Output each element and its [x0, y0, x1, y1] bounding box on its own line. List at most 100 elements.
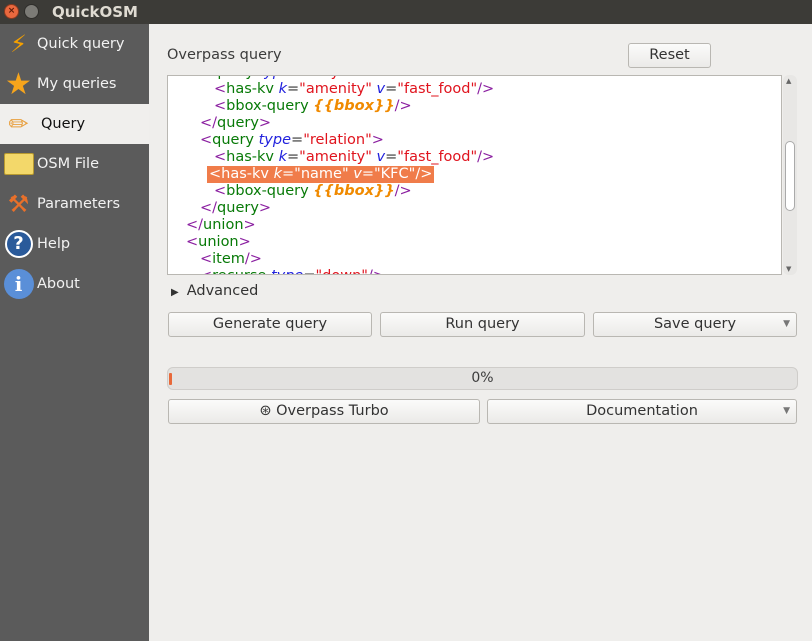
sidebar: ⚡ Quick query ★ My queries ✏ Query OSM File… [0, 24, 149, 641]
star-icon: ★ [5, 66, 32, 102]
code-token: "down" [316, 268, 368, 274]
code-token: </ [200, 200, 218, 216]
documentation-button[interactable]: Documentation ▼ [487, 399, 797, 424]
help-icon: ? [0, 224, 37, 264]
pencil-icon: ✏ [8, 110, 29, 138]
reset-button[interactable]: Reset [628, 43, 711, 68]
code-line: <item/> [200, 251, 262, 268]
editor-scrollbar[interactable]: ▲ ▼ [783, 75, 797, 275]
advanced-toggle[interactable]: ▶ Advanced [171, 283, 258, 299]
code-token: recurse [212, 268, 271, 274]
dropdown-arrow-icon: ▼ [783, 319, 790, 329]
save-query-button[interactable]: Save query ▼ [593, 312, 797, 337]
code-line: <union> [186, 234, 251, 251]
sidebar-item-query[interactable]: ✏ Query [0, 104, 149, 144]
code-token: type [258, 132, 292, 148]
code-token: > [258, 115, 272, 131]
code-line: <recurse type="down"/> [200, 268, 385, 274]
code-token: = [303, 268, 315, 274]
code-token: < [214, 98, 227, 114]
code-token: v [353, 166, 362, 182]
code-token: < [214, 81, 227, 97]
code-line: <has-kv k="amenity" v="fast_food"/> [214, 81, 494, 98]
code-token: "KFC" [374, 166, 416, 182]
overpass-turbo-button[interactable]: ⊛ Overpass Turbo [168, 399, 480, 424]
code-token: v [376, 81, 386, 97]
sidebar-item-help[interactable]: ? Help [0, 224, 149, 264]
code-token: query [217, 115, 259, 131]
code-line: <query type="relation"> [200, 132, 384, 149]
code-token: > [258, 200, 272, 216]
code-token: = [291, 132, 304, 148]
code-token: /> [244, 251, 262, 267]
query-editor[interactable]: <query type="way"><has-kv k="amenity" v=… [167, 75, 782, 275]
code-token: /> [368, 268, 385, 274]
code-token: > [346, 76, 358, 80]
code-token: < [186, 234, 199, 250]
sidebar-item-parameters[interactable]: ⚒ Parameters [0, 184, 149, 224]
code-token: = [282, 166, 295, 182]
lightning-icon: ⚡ [10, 30, 27, 58]
code-token: /> [415, 166, 433, 182]
code-token: has-kv [226, 81, 279, 97]
expand-triangle-icon: ▶ [171, 287, 179, 298]
code-token: bbox-query [226, 183, 314, 199]
minimize-window-button[interactable] [24, 4, 39, 19]
code-line: </union> [186, 217, 256, 234]
code-token: > [371, 132, 384, 148]
sidebar-item-my-queries[interactable]: ★ My queries [0, 64, 149, 104]
code-token: has-kv [226, 149, 279, 165]
code-token: "way" [303, 76, 346, 80]
sidebar-item-quick-query[interactable]: ⚡ Quick query [0, 24, 149, 64]
code-token: /> [477, 149, 495, 165]
code-token: /> [477, 81, 495, 97]
progress-bar: 0% [167, 367, 798, 390]
code-token: bbox-query [226, 98, 314, 114]
steering-wheel-icon: ⊛ [259, 403, 272, 419]
code-token: = [287, 81, 300, 97]
code-token: {{bbox}} [313, 98, 395, 114]
code-token: union [203, 217, 244, 233]
code-token: = [385, 81, 398, 97]
scroll-up-arrow-icon[interactable]: ▲ [786, 77, 791, 85]
sidebar-item-osm-file[interactable]: OSM File [0, 144, 149, 184]
code-line: <bbox-query {{bbox}}/> [214, 183, 412, 200]
close-window-button[interactable]: × [4, 4, 19, 19]
code-token: query [212, 132, 259, 148]
code-line: <has-kv k="name" v="KFC"/> [207, 166, 435, 183]
title-bar: × QuickOSM [0, 0, 812, 24]
main-panel: Overpass query Reset <query type="way"><… [149, 24, 812, 641]
code-token: > [243, 217, 256, 233]
code-token: "relation" [303, 132, 372, 148]
code-token: type [271, 268, 303, 274]
code-line: <bbox-query {{bbox}}/> [214, 98, 412, 115]
code-token: /> [394, 183, 412, 199]
code-line: </query> [200, 200, 271, 217]
code-token: "fast_food" [397, 149, 478, 165]
code-token: union [198, 234, 239, 250]
info-icon: i [0, 264, 37, 304]
generate-query-button[interactable]: Generate query [168, 312, 372, 337]
code-token: k [273, 166, 283, 182]
code-token: has-kv [221, 166, 274, 182]
tools-icon: ⚒ [7, 190, 30, 218]
sidebar-item-about[interactable]: i About [0, 264, 149, 304]
code-token: /> [394, 98, 412, 114]
code-token: </ [186, 217, 204, 233]
code-token: < [200, 251, 213, 267]
run-query-button[interactable]: Run query [380, 312, 585, 337]
code-token: = [287, 149, 300, 165]
code-token: "name" [294, 166, 354, 182]
code-token: = [385, 149, 398, 165]
code-token: {{bbox}} [313, 183, 395, 199]
scroll-down-arrow-icon[interactable]: ▼ [786, 265, 791, 273]
code-token: query [212, 76, 258, 80]
code-token: < [200, 132, 213, 148]
code-token: k [278, 81, 288, 97]
progress-fill [169, 373, 172, 385]
scrollbar-thumb[interactable] [785, 141, 795, 211]
code-token: k [278, 149, 288, 165]
code-token: "amenity" [299, 81, 377, 97]
code-token: < [200, 268, 212, 274]
code-token: = [361, 166, 374, 182]
